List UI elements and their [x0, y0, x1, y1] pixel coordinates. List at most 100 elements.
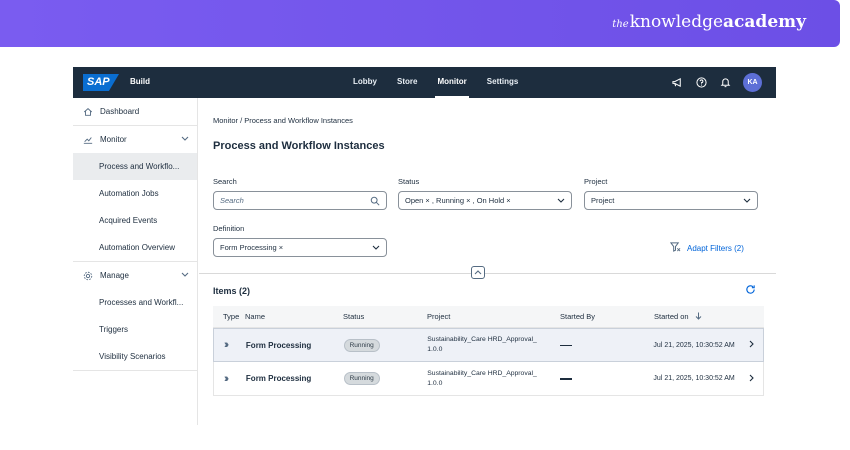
status-badge: Running: [343, 338, 380, 352]
row-started-by: [559, 341, 654, 350]
table-row[interactable]: ››› Form Processing Running Sustainabili…: [213, 328, 764, 362]
process-type-icon: ›››: [224, 372, 229, 385]
definition-select[interactable]: Form Processing ×: [213, 238, 387, 257]
sort-descending-icon: [695, 312, 702, 322]
instances-table: Type Name Status Project Started By Star…: [213, 306, 764, 396]
row-status: Running: [343, 338, 428, 352]
process-type-icon: ›››: [224, 339, 229, 351]
definition-token: Form Processing ×: [220, 243, 284, 252]
chevron-right-icon[interactable]: [749, 340, 763, 350]
sidebar: Dashboard Monitor Process and Workflo...…: [73, 98, 198, 425]
sidebar-item-visibility-scenarios[interactable]: Visibility Scenarios: [73, 343, 197, 370]
sidebar-item-process-workflow[interactable]: Process and Workflo...: [73, 153, 197, 180]
row-project: Sustainability_Care HRD_Approval_ 1.0.0: [427, 335, 560, 355]
sidebar-item-triggers[interactable]: Triggers: [73, 316, 197, 343]
gear-icon: [82, 270, 94, 282]
header-status[interactable]: Status: [343, 312, 427, 321]
sidebar-item-label: Process and Workflo...: [99, 162, 180, 171]
sidebar-item-label: Dashboard: [100, 107, 140, 116]
row-project-line2: 1.0.0: [427, 346, 443, 353]
header-started-on-label: Started on: [654, 312, 689, 321]
row-project-line2: 1.0.0: [427, 379, 443, 387]
sap-logo[interactable]: SAP: [83, 74, 119, 91]
chevron-right-icon[interactable]: [749, 374, 763, 384]
search-icon[interactable]: [370, 196, 380, 208]
help-icon[interactable]: [695, 76, 708, 89]
home-icon: [82, 106, 94, 118]
user-avatar[interactable]: KA: [743, 73, 762, 92]
refresh-icon[interactable]: [745, 284, 756, 298]
sidebar-item-manage[interactable]: Manage: [73, 262, 197, 289]
sidebar-item-label: Acquired Events: [99, 216, 158, 225]
row-project-line1: Sustainability_Care HRD_Approval_: [427, 369, 537, 377]
header-type[interactable]: Type: [213, 312, 245, 321]
brand-academy: academy: [723, 12, 806, 32]
top-nav: Lobby Store Monitor Settings: [343, 67, 528, 98]
sidebar-item-label: Processes and Workfl...: [99, 298, 184, 307]
divider: [73, 370, 197, 371]
project-select[interactable]: Project: [584, 191, 758, 210]
sidebar-item-automation-overview[interactable]: Automation Overview: [73, 234, 197, 261]
items-title: Items (2): [213, 286, 251, 296]
row-started-on: Jul 21, 2025, 10:30:52 AM: [653, 341, 735, 349]
header-started-by[interactable]: Started By: [560, 312, 654, 321]
sidebar-item-label: Automation Overview: [99, 243, 176, 252]
brand-logo: theknowledgeacademy: [612, 12, 806, 32]
page-title: Process and Workflow Instances: [213, 140, 385, 152]
status-select[interactable]: Open × , Running × , On Hold ×: [398, 191, 572, 210]
definition-label: Definition: [213, 224, 245, 233]
sidebar-item-label: Manage: [100, 271, 129, 280]
row-started-by: [559, 374, 654, 383]
nav-store[interactable]: Store: [387, 67, 427, 98]
sidebar-item-label: Visibility Scenarios: [99, 352, 166, 361]
product-name: Build: [130, 77, 150, 86]
header-started-on[interactable]: Started on: [654, 312, 750, 322]
row-project-line1: Sustainability_Care HRD_Approval_: [427, 336, 537, 343]
main-content: Monitor / Process and Workflow Instances…: [199, 98, 776, 425]
project-label: Project: [584, 177, 608, 186]
row-started-on: Jul 21, 2025, 10:30:52 AM: [653, 375, 735, 382]
bell-icon[interactable]: [719, 76, 732, 89]
sidebar-item-processes-workflows[interactable]: Processes and Workfl...: [73, 289, 197, 316]
row-status: Running: [343, 372, 428, 385]
nav-lobby[interactable]: Lobby: [343, 67, 387, 98]
header-name[interactable]: Name: [245, 312, 343, 321]
sidebar-item-dashboard[interactable]: Dashboard: [73, 98, 197, 125]
status-badge: Running: [343, 372, 380, 385]
sidebar-item-automation-jobs[interactable]: Automation Jobs: [73, 180, 197, 207]
breadcrumb[interactable]: Monitor / Process and Workflow Instances: [213, 116, 353, 125]
chevron-up-icon: [474, 269, 482, 277]
megaphone-icon[interactable]: [671, 76, 684, 89]
table-header: Type Name Status Project Started By Star…: [213, 306, 764, 328]
nav-monitor[interactable]: Monitor: [427, 67, 476, 98]
status-label: Status: [398, 177, 420, 186]
row-name: Form Processing: [245, 374, 312, 383]
chevron-down-icon[interactable]: [372, 243, 380, 253]
table-row[interactable]: ››› Form Processing Running Sustainabili…: [213, 362, 764, 396]
chevron-down-icon[interactable]: [181, 271, 189, 280]
sidebar-item-monitor[interactable]: Monitor: [73, 126, 197, 153]
search-input[interactable]: Search: [213, 191, 387, 210]
sidebar-item-label: Triggers: [99, 325, 129, 334]
search-label: Search: [213, 177, 237, 186]
chevron-down-icon[interactable]: [557, 196, 565, 206]
header-project[interactable]: Project: [427, 312, 560, 321]
divider: [199, 273, 776, 274]
monitor-icon: [82, 134, 94, 146]
nav-settings[interactable]: Settings: [477, 67, 529, 98]
brand-knowledge: knowledge: [629, 12, 724, 32]
chevron-down-icon[interactable]: [743, 196, 751, 206]
row-project: Sustainability_Care HRD_Approval_ 1.0.0: [427, 369, 560, 389]
project-value: Project: [591, 196, 615, 205]
collapse-header-button[interactable]: [471, 266, 485, 279]
adapt-filters-button[interactable]: Adapt Filters (2): [669, 242, 744, 254]
adapt-filters-label: Adapt Filters (2): [687, 243, 744, 253]
sidebar-item-label: Automation Jobs: [99, 189, 159, 198]
search-placeholder: Search: [220, 196, 244, 205]
sidebar-item-acquired-events[interactable]: Acquired Events: [73, 207, 197, 234]
empty-dash: [559, 378, 572, 380]
chevron-down-icon[interactable]: [181, 135, 189, 144]
sap-build-app: SAP Build Lobby Store Monitor Settings K…: [73, 67, 776, 425]
top-banner: theknowledgeacademy: [0, 0, 840, 47]
filter-icon: [669, 242, 681, 254]
